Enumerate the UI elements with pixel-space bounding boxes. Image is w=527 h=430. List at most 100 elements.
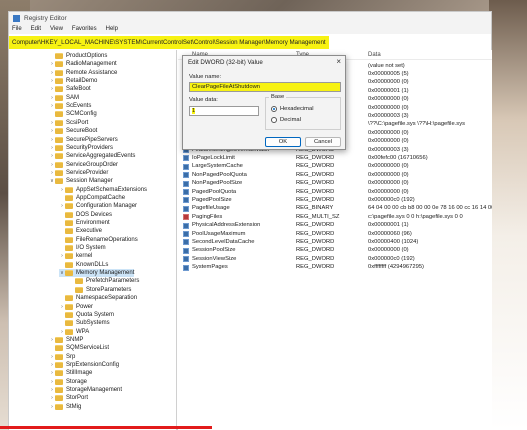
tree-node[interactable]: › SNMP	[49, 336, 83, 344]
value-type: REG_DWORD	[296, 154, 335, 161]
tree-node[interactable]: NamespaceSeparation	[59, 294, 137, 302]
tree-node[interactable]: › SecurityProviders	[49, 144, 113, 152]
value-name: NonPagedPoolSize	[192, 180, 243, 187]
value-name: PagedPoolSize	[192, 196, 232, 203]
tree-node[interactable]: Quota System	[59, 311, 114, 319]
tree-node[interactable]: › SafeBoot	[49, 85, 91, 93]
menu-favorites[interactable]: Favorites	[72, 26, 97, 32]
folder-icon	[65, 245, 73, 252]
address-bar[interactable]: Computer\HKEY_LOCAL_MACHINE\SYSTEM\Curre…	[9, 36, 329, 49]
folder-icon	[65, 228, 73, 235]
value-row[interactable]: PagingFiles REG_MULTI_SZ c:\pagefile.sys 0…	[178, 213, 492, 221]
tree-node[interactable]: › ScEvents	[49, 102, 91, 110]
value-name: SystemPages	[192, 264, 228, 271]
folder-icon	[55, 128, 63, 135]
tree-node[interactable]: SubSystems	[59, 319, 110, 327]
tree-node[interactable]: › Configuration Manager	[59, 202, 137, 210]
tree-node[interactable]: › RetailDemo	[49, 77, 97, 85]
value-data: 0x00000003 (3)	[368, 112, 409, 119]
radio-decimal[interactable]: Decimal	[271, 117, 301, 123]
tree-node[interactable]: › Power	[59, 303, 93, 311]
tree-node[interactable]: › ServiceGroupOrder	[49, 161, 118, 169]
folder-icon	[55, 345, 63, 352]
value-data: 0x00000000 (0)	[368, 247, 409, 254]
tree-node-label: Configuration Manager	[76, 203, 138, 210]
tree-node[interactable]: › StorageManagement	[49, 386, 122, 394]
ok-button[interactable]: OK	[265, 137, 301, 147]
value-row[interactable]: PagefileUsage REG_BINARY 64 04 00 00 cb b8…	[178, 205, 492, 213]
tree-node[interactable]: I/O System	[59, 244, 106, 252]
tree-node[interactable]: ∨ Session Manager	[49, 177, 113, 185]
reg-binary-icon	[183, 163, 189, 170]
tree-node-label: SQMServiceList	[66, 345, 110, 352]
folder-icon	[55, 69, 63, 76]
value-row[interactable]: SessionPoolSize REG_DWORD 0x00000000 (0)	[178, 247, 492, 255]
tree-node[interactable]: SCMConfig	[49, 110, 97, 118]
menu-view[interactable]: View	[50, 26, 63, 32]
tree-node[interactable]: › SecureBoot	[49, 127, 97, 135]
tree-node[interactable]: › SAM	[49, 94, 79, 102]
tree-node[interactable]: › StMig	[49, 403, 81, 411]
tree-node[interactable]: › ServiceProvider	[49, 169, 108, 177]
radio-selected-icon	[271, 106, 277, 112]
radio-hexadecimal[interactable]: Hexadecimal	[271, 106, 314, 112]
tree-node[interactable]: KnownDLLs	[59, 261, 108, 269]
value-row[interactable]: SystemPages REG_DWORD 0xffffffff (42949672…	[178, 264, 492, 272]
value-data: 0x00000000 (0)	[368, 171, 409, 178]
tree-node[interactable]: AppCompatCache	[59, 194, 125, 202]
tree-node[interactable]: Executive	[59, 227, 102, 235]
tree-node[interactable]: › ScsiPort	[49, 119, 88, 127]
tree-node-label: RadioManagement	[66, 61, 117, 68]
value-row[interactable]: NonPagedPoolQuota REG_DWORD 0x00000000 (0)	[178, 171, 492, 179]
tree-node[interactable]: StoreParameters	[69, 286, 131, 294]
tree-node[interactable]: › ServiceAggregatedEvents	[49, 152, 135, 160]
value-row[interactable]: SessionViewSize REG_DWORD 0x000000c0 (192)	[178, 255, 492, 263]
tree-node[interactable]: › StorPort	[49, 394, 88, 402]
value-row[interactable]: PhysicalAddressExtension REG_DWORD 0x00000…	[178, 222, 492, 230]
value-type: REG_DWORD	[296, 163, 335, 170]
tree-node[interactable]: › WPA	[59, 328, 89, 336]
tree-node[interactable]: PrefetchParameters	[69, 277, 139, 285]
folder-icon	[65, 311, 73, 318]
folder-icon	[55, 78, 63, 85]
folder-icon	[65, 194, 73, 201]
value-row[interactable]: PagedPoolQuota REG_DWORD 0x00000000 (0)	[178, 188, 492, 196]
tree-node[interactable]: › Storage	[49, 378, 87, 386]
tree-node[interactable]: ProductOptions	[49, 52, 107, 60]
value-type: REG_DWORD	[296, 238, 335, 245]
tree-node-label: ScEvents	[66, 103, 92, 110]
tree-node-label: ServiceProvider	[66, 169, 109, 176]
tree-node[interactable]: › SrpExtensionConfig	[49, 361, 119, 369]
address-path[interactable]: Computer\HKEY_LOCAL_MACHINE\SYSTEM\Curre…	[12, 39, 326, 46]
tree-node[interactable]: Environment	[59, 219, 110, 227]
value-row[interactable]: PagedPoolSize REG_DWORD 0x000000c0 (192)	[178, 196, 492, 204]
tree-node[interactable]: › RadioManagement	[49, 60, 117, 68]
value-row[interactable]: IoPageLockLimit REG_DWORD 0x00fefc00 (1671…	[178, 154, 492, 162]
tree-node[interactable]: DOS Devices	[59, 211, 112, 219]
value-row[interactable]: SecondLevelDataCache REG_DWORD 0x00000400 …	[178, 238, 492, 246]
close-icon[interactable]: ×	[336, 57, 341, 66]
tree-node[interactable]: › Remote Assistance	[49, 69, 117, 77]
menu-help[interactable]: Help	[106, 26, 118, 32]
tree-node[interactable]: ∨ Memory Management	[59, 269, 135, 278]
key-tree: ProductOptions › RadioManagement › Remote As…	[9, 50, 177, 430]
tree-node[interactable]: › kernel	[59, 252, 92, 260]
value-name-field[interactable]: ClearPageFileAtShutdown	[189, 82, 341, 92]
menu-file[interactable]: File	[12, 26, 22, 32]
tree-node[interactable]: › SecurePipeServers	[49, 136, 118, 144]
value-data-field[interactable]: 1	[189, 106, 259, 116]
menu-edit[interactable]: Edit	[31, 26, 41, 32]
tree-node[interactable]: FileRenameOperations	[59, 236, 138, 244]
value-row[interactable]: NonPagedPoolSize REG_DWORD 0x00000000 (0)	[178, 180, 492, 188]
tree-node[interactable]: › AppSetSchemaExtensions	[59, 186, 147, 194]
tree-node[interactable]: › Srp	[49, 353, 75, 361]
cancel-button[interactable]: Cancel	[305, 137, 341, 147]
value-row[interactable]: LargeSystemCache REG_DWORD 0x00000000 (0)	[178, 163, 492, 171]
tree-node[interactable]: SQMServiceList	[49, 344, 109, 352]
column-data[interactable]: Data	[368, 52, 381, 58]
folder-icon	[65, 253, 73, 260]
folder-icon	[65, 211, 73, 218]
folder-icon	[65, 270, 73, 277]
value-row[interactable]: PoolUsageMaximum REG_DWORD 0x00000060 (96)	[178, 230, 492, 238]
tree-node[interactable]: › StillImage	[49, 369, 92, 377]
